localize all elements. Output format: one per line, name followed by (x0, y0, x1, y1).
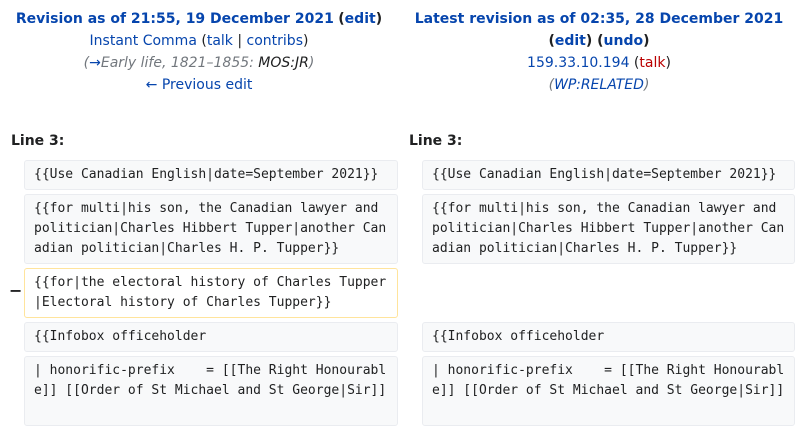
old-link-separator: | (237, 33, 243, 49)
old-user-link[interactable]: Instant Comma (90, 33, 197, 49)
diff-context-left: {{Infobox officeholder (24, 322, 398, 352)
new-edit-link[interactable]: edit (555, 33, 586, 49)
new-line-number: Line 3: (409, 133, 463, 149)
new-revision-header: Latest revision as of 02:35, 28 December… (404, 8, 794, 96)
old-line-number: Line 3: (11, 133, 65, 149)
diff-context-left: {{Use Canadian English|date=September 20… (24, 160, 398, 190)
new-undo-paren-close: ) (643, 33, 650, 49)
new-edit-summary: (WP:RELATED) (404, 74, 794, 96)
old-summary-section: Early life, 1821–1855: (100, 55, 254, 71)
diff-context-left: {{for multi|his son, the Canadian lawyer… (24, 194, 398, 264)
diff-context-left: | honorific-prefix = [[The Right Honoura… (24, 356, 398, 426)
old-edit-paren-close: ) (375, 11, 383, 27)
new-talk-link[interactable]: talk (639, 55, 665, 71)
old-talk-link[interactable]: talk (207, 33, 233, 49)
new-edit-paren-mid: ) ( (585, 33, 604, 49)
previous-edit-link[interactable]: ← Previous edit (146, 77, 253, 93)
old-contribs-link[interactable]: contribs (247, 33, 303, 49)
diff-deleted-line: {{for|the electoral history of Charles T… (24, 268, 398, 318)
new-user-link[interactable]: 159.33.10.194 (527, 55, 629, 71)
diff-context-right: {{Use Canadian English|date=September 20… (422, 160, 795, 190)
new-talk-paren-open: ( (629, 55, 640, 71)
diff-context-right: {{Infobox officeholder (422, 322, 795, 352)
old-edit-link[interactable]: edit (345, 11, 376, 27)
diff-context-right: | honorific-prefix = [[The Right Honoura… (422, 356, 795, 426)
deleted-line-marker: − (9, 281, 23, 300)
new-undo-link[interactable]: undo (604, 33, 644, 49)
old-revision-header: Revision as of 21:55, 19 December 2021 (… (4, 8, 394, 96)
new-revision-title-link[interactable]: Latest revision as of 02:35, 28 December… (415, 11, 783, 27)
diff-context-right: {{for multi|his son, the Canadian lawyer… (422, 194, 795, 264)
new-summary-link[interactable]: WP:RELATED (554, 77, 644, 93)
old-summary-section-arrow[interactable]: → (89, 55, 101, 71)
old-summary-paren-close: ) (308, 55, 315, 71)
old-summary-text: MOS:JR (253, 55, 309, 71)
old-talk-paren-close: ) (302, 33, 309, 49)
old-edit-summary: (→Early life, 1821–1855: MOS:JR) (4, 52, 394, 74)
old-revision-title-link[interactable]: Revision as of 21:55, 19 December 2021 (16, 11, 334, 27)
new-summary-paren-close: ) (643, 77, 650, 93)
new-talk-paren-close: ) (665, 55, 671, 71)
